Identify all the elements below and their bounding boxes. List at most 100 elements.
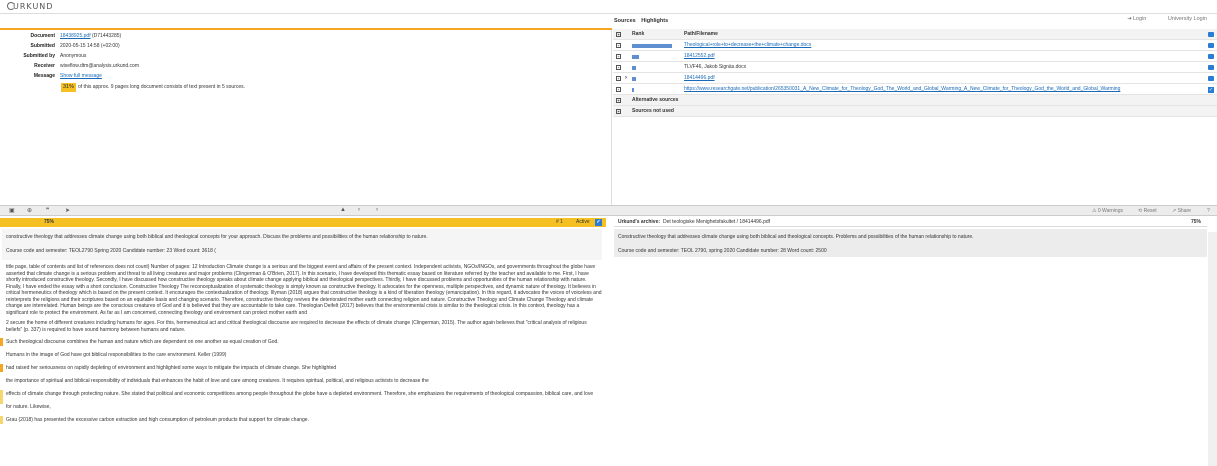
submitted-document-pane: 75% # 1 Active ✓ constructive theology t… [0,218,606,466]
sources-header: + Rank Path/Filename [613,29,1217,40]
collapse-all-icon[interactable] [1208,32,1214,37]
logo-text: URKUND [13,2,54,11]
paragraph: for nature. Likewise, [6,403,51,410]
submitted-by-value: Anonymous [60,53,87,59]
match-quote: constructive theology that addresses cli… [6,234,428,240]
match-course: Course code and semester: TEOL2790 Sprin… [6,248,216,254]
sources-table: + Rank Path/Filename + Theological+role+t… [613,29,1217,117]
university-login-link[interactable]: University Login [1168,16,1207,22]
show-full-message-link[interactable]: Show full message [60,72,102,80]
viewer-toolbar: ▣ ⊕ ❞ ➤ ▲ ‹ › ⚠ 0 Warnings ⟲ Reset ↗ Sha… [0,205,1217,216]
source-row[interactable]: + › 18414496.pdf [613,73,1217,84]
rank-bar [632,66,636,70]
source-filename[interactable]: 18412552.pdf [684,51,715,62]
login-link[interactable]: ➜Login [1127,16,1146,22]
source-row[interactable]: +18412552.pdf [613,51,1217,62]
highlight-passage[interactable]: had raised her seriousness on rapidly de… [0,364,606,372]
match-percent: 75% [44,219,55,225]
paragraph: 2 secure the home of different creatures… [6,320,587,333]
next-icon[interactable]: › [376,207,378,213]
path-header: Path/Filename [684,31,718,37]
expand-icon[interactable]: + [616,98,621,103]
tag-icon[interactable]: ➤ [65,207,70,214]
source-document-pane: Urkund's archive: Det teologiske Menighe… [614,218,1207,466]
source-quote: Constructive theology that addresses cli… [618,234,974,240]
document-info: Document 18438925.pdf (D71443285) Submitt… [0,30,612,205]
sources-not-used-label: Sources not used [632,108,674,114]
prev-icon[interactable]: ‹ [358,207,360,213]
rank-bar [632,77,636,81]
source-toggle-icon[interactable] [1208,54,1214,59]
source-row[interactable]: + Theological+role+to+decrease+the+climat… [613,40,1217,51]
archive-label: Urkund's archive: [618,219,661,225]
submitted-by-label: Submitted by [23,53,55,59]
match-quote-block: constructive theology that addresses cli… [2,229,602,260]
login-links: ➜Login University Login [1107,16,1207,22]
highlight-passage[interactable]: Such theological discourse combines the … [0,338,606,346]
up-arrow-icon[interactable]: ▲ [340,207,346,213]
highlight-passage[interactable]: Grau (2018) has presented the excessive … [0,416,606,424]
expand-all-icon[interactable]: + [616,32,621,37]
source-row[interactable]: + TLVF46, Jakob Signäs.docx [613,62,1217,73]
source-filename: TLVF46, Jakob Signäs.docx [684,64,747,70]
submitted-label: Submitted [30,43,55,49]
paragraph: title page, table of contents and list o… [6,264,602,316]
passage-text: effects of climate change through protec… [6,391,594,397]
expand-icon[interactable]: + [616,76,621,81]
scrollbar[interactable] [1208,232,1217,466]
reset-label: Reset [1143,208,1157,214]
warnings-label: 0 Warnings [1097,208,1123,214]
expand-icon[interactable]: + [616,65,621,70]
message-label: Message [33,73,55,79]
similarity-summary: of this approx. 9 pages long document co… [78,84,246,90]
expand-icon[interactable]: + [616,54,621,59]
source-toggle-icon[interactable] [1208,43,1214,48]
alternative-sources-row[interactable]: + Alternative sources [613,95,1217,106]
highlight-passage[interactable]: effects of climate change through protec… [0,390,606,404]
source-checkbox[interactable]: ✓ [1208,87,1214,93]
source-filename[interactable]: https://www.researchgate.net/publication… [684,84,1120,95]
top-bar: URKUND [0,0,1217,14]
image-icon[interactable]: ▣ [9,207,15,214]
passage-text: had raised her seriousness on rapidly de… [6,365,337,371]
quote-icon[interactable]: ❞ [46,207,49,214]
rank-bar [632,88,634,92]
login-label: Login [1132,16,1147,22]
share-button[interactable]: ↗ Share [1172,208,1191,214]
urkund-logo: URKUND [7,2,53,11]
alternative-sources-label: Alternative sources [632,97,679,103]
current-source-arrow-icon: › [625,75,627,81]
expand-icon[interactable]: + [616,87,621,92]
receiver-label: Receiver [34,63,55,69]
source-course: Course code and semester: TEOL 2790, spr… [618,248,827,254]
reset-button[interactable]: ⟲ Reset [1138,208,1157,214]
tab-highlights[interactable]: Highlights [641,18,668,24]
receiver-value: wiseflow.dtm@analysis.urkund.com [60,63,139,69]
archive-name: Det teologiske Menighetsfakultet / 18414… [663,219,771,225]
share-label: Share [1177,208,1191,214]
expand-icon[interactable]: + [616,43,621,48]
submitted-value: 2020-05-15 14:58 (+02:00) [60,43,120,49]
warnings-button[interactable]: ⚠ 0 Warnings [1092,208,1123,214]
passage-text: Grau (2018) has presented the excessive … [6,417,309,423]
rank-bar [632,55,639,59]
paragraph: the importance of spiritual and biblical… [6,377,429,384]
source-filename[interactable]: 18414496.pdf [684,73,715,84]
active-checkbox[interactable]: ✓ [595,219,602,226]
target-icon[interactable]: ⊕ [27,207,32,214]
sources-not-used-row[interactable]: + Sources not used [613,106,1217,117]
source-toggle-icon[interactable] [1208,65,1214,70]
similarity-percent: 31% [61,83,76,92]
source-percent: 75% [1190,219,1201,225]
document-file-link[interactable]: 18438925.pdf [60,33,91,39]
source-header: Urkund's archive: Det teologiske Menighe… [614,218,1207,227]
rank-header: Rank [632,31,645,37]
tab-sources[interactable]: Sources [614,18,636,24]
source-tabs: Sources Highlights [614,18,672,27]
rank-bar [632,44,672,48]
source-row[interactable]: + https://www.researchgate.net/publicatio… [613,84,1217,95]
source-filename[interactable]: Theological+role+to+decrease+the+climate… [684,40,811,51]
help-icon[interactable]: ? [1207,208,1210,214]
source-toggle-icon[interactable] [1208,76,1214,81]
expand-icon[interactable]: + [616,109,621,114]
